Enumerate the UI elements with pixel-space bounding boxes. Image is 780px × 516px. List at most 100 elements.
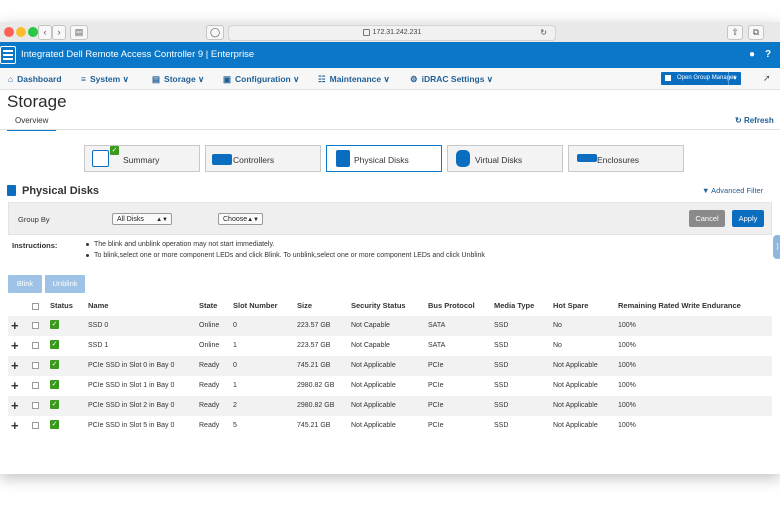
expand-icon[interactable]: + <box>11 338 19 353</box>
physical-disk-icon <box>7 185 16 196</box>
col-bus-protocol[interactable]: Bus Protocol <box>428 301 475 310</box>
tile-controllers[interactable]: Controllers <box>205 145 321 172</box>
app-header: Integrated Dell Remote Access Controller… <box>0 42 780 68</box>
choose-select[interactable]: Choose ▲▼ <box>218 213 263 225</box>
row-checkbox[interactable] <box>32 382 39 389</box>
instructions-label: Instructions: <box>12 241 58 250</box>
cancel-button[interactable]: Cancel <box>689 210 725 227</box>
tile-summary[interactable]: Summary <box>84 145 200 172</box>
reload-icon[interactable]: ↻ <box>540 26 547 40</box>
col-name[interactable]: Name <box>88 301 108 310</box>
col-endurance[interactable]: Remaining Rated Write Endurance <box>618 301 741 310</box>
group-icon <box>665 75 671 81</box>
back-button[interactable]: ‹ <box>38 25 52 40</box>
tile-virtual-disks[interactable]: Virtual Disks <box>447 145 563 172</box>
maintenance-icon: ☷ <box>318 74 326 84</box>
open-group-manager-button[interactable]: Open Group Manager ▾ <box>661 72 741 85</box>
address-bar[interactable]: 172.31.242.231 ↻ <box>228 25 556 41</box>
group-by-label: Group By <box>18 215 50 224</box>
share-button[interactable]: ⇧ <box>727 25 743 40</box>
filter-icon: ▼ <box>702 186 712 195</box>
tile-physical-disks[interactable]: Physical Disks <box>326 145 442 172</box>
tabs-button[interactable]: ⧉ <box>748 25 764 40</box>
status-ok-icon: ✓ <box>50 360 59 369</box>
url-text: 172.31.242.231 <box>372 29 422 36</box>
select-arrows-icon: ▲▼ <box>247 217 259 223</box>
col-status[interactable]: Status <box>50 301 73 310</box>
nav-storage[interactable]: ▤ Storage ∨ <box>152 74 204 85</box>
refresh-icon: ↻ <box>735 116 744 125</box>
page-title: Storage <box>7 92 67 111</box>
col-security-status[interactable]: Security Status <box>351 301 406 310</box>
section-title: Physical Disks <box>22 185 100 197</box>
select-arrows-icon: ▲▼ <box>156 217 168 223</box>
side-panel-handle[interactable]: ⟩ <box>773 235 780 259</box>
table-row[interactable]: + ✓ PCIe SSD in Slot 5 in Bay 0 Ready 5 745.… <box>8 416 772 436</box>
expand-icon[interactable]: + <box>11 398 19 413</box>
browser-toolbar: ‹ › ▤ ◯ 172.31.242.231 ↻ ⇧ ⧉ <box>0 22 780 43</box>
row-checkbox[interactable] <box>32 422 39 429</box>
col-media-type[interactable]: Media Type <box>494 301 534 310</box>
table-row[interactable]: + ✓ PCIe SSD in Slot 1 in Bay 0 Ready 1 2980… <box>8 376 772 396</box>
select-all-checkbox[interactable] <box>32 303 39 310</box>
idrac-logo-icon <box>0 46 16 64</box>
status-ok-icon: ✓ <box>50 320 59 329</box>
tile-enclosures[interactable]: Enclosures <box>568 145 684 172</box>
col-hot-spare[interactable]: Hot Spare <box>553 301 588 310</box>
database-icon <box>456 150 470 167</box>
group-by-select[interactable]: All Disks ▲▼ <box>112 213 172 225</box>
expand-icon[interactable]: + <box>11 358 19 373</box>
enclosure-icon <box>577 154 597 162</box>
status-ok-icon: ✓ <box>50 420 59 429</box>
minimize-window-button[interactable] <box>16 27 26 37</box>
storage-icon: ▤ <box>152 74 161 84</box>
apply-button[interactable]: Apply <box>732 210 764 227</box>
row-checkbox[interactable] <box>32 362 39 369</box>
lock-icon <box>362 28 370 36</box>
unblink-button[interactable]: Unblink <box>45 275 85 293</box>
close-window-button[interactable] <box>4 27 14 37</box>
nav-system[interactable]: ≡ System ∨ <box>81 74 129 85</box>
nav-dashboard[interactable]: ⌂ Dashboard <box>8 74 62 84</box>
main-nav: ⌂ Dashboard ≡ System ∨ ▤ Storage ∨ ▣ Configu… <box>0 68 780 90</box>
table-row[interactable]: + ✓ SSD 1 Online 1 223.57 GB Not Capable SATA S… <box>8 336 772 356</box>
refresh-button[interactable]: ↻ Refresh <box>735 116 774 125</box>
table-row[interactable]: + ✓ PCIe SSD in Slot 0 in Bay 0 Ready 0 745.… <box>8 356 772 376</box>
col-slot-number[interactable]: Slot Number <box>233 301 278 310</box>
col-size[interactable]: Size <box>297 301 312 310</box>
row-checkbox[interactable] <box>32 342 39 349</box>
status-ok-icon: ✓ <box>50 340 59 349</box>
summary-icon <box>92 150 109 167</box>
user-icon[interactable]: ● <box>749 49 755 60</box>
expand-icon[interactable]: + <box>11 378 19 393</box>
help-icon[interactable]: ? <box>765 49 771 60</box>
configuration-icon: ▣ <box>223 74 232 84</box>
disk-icon <box>336 150 350 167</box>
forward-button[interactable]: › <box>52 25 66 40</box>
chevron-down-icon[interactable]: ▾ <box>728 72 741 85</box>
table-row[interactable]: + ✓ PCIe SSD in Slot 2 in Bay 0 Ready 2 2980… <box>8 396 772 416</box>
zoom-window-button[interactable] <box>28 27 38 37</box>
table-row[interactable]: + ✓ SSD 0 Online 0 223.57 GB Not Capable SATA S… <box>8 316 772 336</box>
nav-maintenance[interactable]: ☷ Maintenance ∨ <box>318 74 390 85</box>
status-ok-icon: ✓ <box>50 380 59 389</box>
row-checkbox[interactable] <box>32 322 39 329</box>
nav-configuration[interactable]: ▣ Configuration ∨ <box>223 74 299 85</box>
shield-icon[interactable]: ◯ <box>206 25 224 40</box>
expand-icon[interactable]: + <box>11 418 19 433</box>
advanced-filter-link[interactable]: ▼ Advanced Filter <box>702 186 763 195</box>
system-icon: ≡ <box>81 74 86 84</box>
blink-button[interactable]: Blink <box>8 275 42 293</box>
col-state[interactable]: State <box>199 301 217 310</box>
check-icon: ✓ <box>110 146 119 155</box>
expand-icon[interactable]: + <box>11 318 19 333</box>
sidebar-toggle-button[interactable]: ▤ <box>70 25 88 40</box>
controller-icon <box>212 154 232 165</box>
nav-idrac-settings[interactable]: ⚙ iDRAC Settings ∨ <box>410 74 493 85</box>
app-title: Integrated Dell Remote Access Controller… <box>21 49 255 60</box>
instruction-line: The blink and unblink operation may not … <box>86 241 274 248</box>
tab-divider <box>0 129 780 130</box>
instruction-line: To blink,select one or more component LE… <box>86 252 485 259</box>
pin-icon[interactable]: ➚ <box>763 73 771 84</box>
row-checkbox[interactable] <box>32 402 39 409</box>
